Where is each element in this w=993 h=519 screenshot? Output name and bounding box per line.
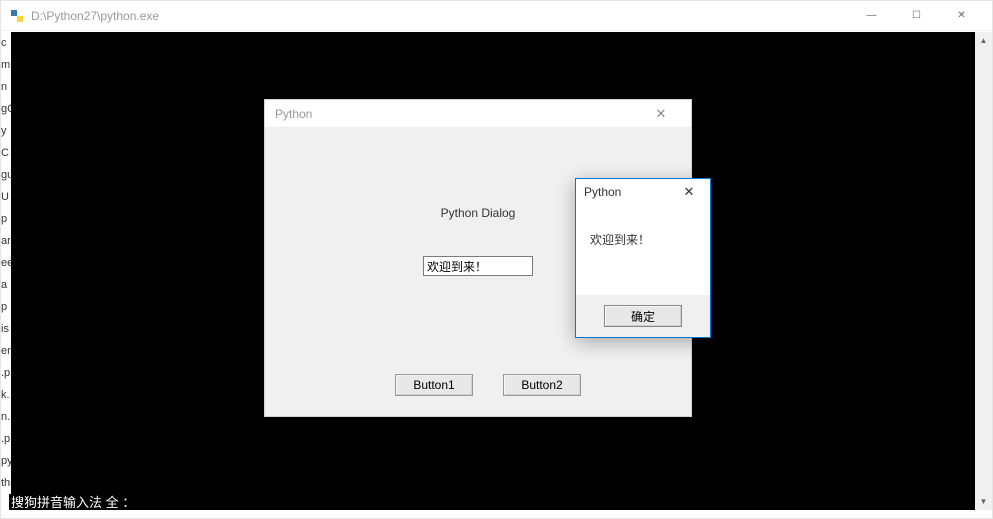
- frag: ee: [1, 252, 11, 274]
- dialog-title: Python: [275, 107, 641, 121]
- frag: m: [1, 54, 11, 76]
- frag: thi: [1, 472, 11, 494]
- msgbox-close-button[interactable]: ✕: [676, 180, 702, 204]
- frag: k.: [1, 384, 11, 406]
- dialog-titlebar[interactable]: Python ✕: [265, 100, 691, 128]
- frag: gC: [1, 98, 11, 120]
- frag: a: [1, 274, 11, 296]
- frag: is: [1, 318, 11, 340]
- frag: ar: [1, 230, 11, 252]
- frag: n: [1, 76, 11, 98]
- background-text-fragment: c m n gC y C gu U p ar ee a p is en .p k…: [1, 32, 11, 494]
- button1[interactable]: Button1: [395, 374, 473, 396]
- msgbox-titlebar[interactable]: Python ✕: [576, 179, 710, 205]
- frag: gu: [1, 164, 11, 186]
- frag: C: [1, 142, 11, 164]
- close-button[interactable]: ✕: [939, 2, 984, 30]
- frag: py: [1, 450, 11, 472]
- msgbox-message: 欢迎到来！: [576, 205, 710, 258]
- frag: U: [1, 186, 11, 208]
- window-title: D:\Python27\python.exe: [31, 9, 849, 23]
- msgbox-title: Python: [584, 185, 676, 199]
- dialog-close-button[interactable]: ✕: [641, 101, 681, 127]
- frag: p: [1, 208, 11, 230]
- window-buttons: — ☐ ✕: [849, 2, 984, 30]
- dialog-label: Python Dialog: [441, 206, 516, 220]
- ime-status-bar: 搜狗拼音输入法 全 ：: [1, 492, 145, 510]
- button2[interactable]: Button2: [503, 374, 581, 396]
- scroll-up-arrow-icon[interactable]: ▲: [975, 32, 992, 49]
- frag: en: [1, 340, 11, 362]
- app-icon: [9, 8, 25, 24]
- msgbox-footer: 确定: [576, 295, 710, 337]
- msgbox-ok-button[interactable]: 确定: [604, 305, 682, 327]
- frag: c: [1, 32, 11, 54]
- frag: n.: [1, 406, 11, 428]
- message-box-window: Python ✕ 欢迎到来！ 确定: [575, 178, 711, 338]
- frag: y: [1, 120, 11, 142]
- frag: .p: [1, 428, 11, 450]
- vertical-scrollbar[interactable]: ▲ ▼: [975, 32, 992, 510]
- maximize-button[interactable]: ☐: [894, 2, 939, 30]
- dialog-text-input[interactable]: [423, 256, 533, 276]
- main-titlebar[interactable]: D:\Python27\python.exe — ☐ ✕: [1, 1, 992, 31]
- scroll-down-arrow-icon[interactable]: ▼: [975, 493, 992, 510]
- frag: p: [1, 296, 11, 318]
- minimize-button[interactable]: —: [849, 2, 894, 30]
- frag: .p: [1, 362, 11, 384]
